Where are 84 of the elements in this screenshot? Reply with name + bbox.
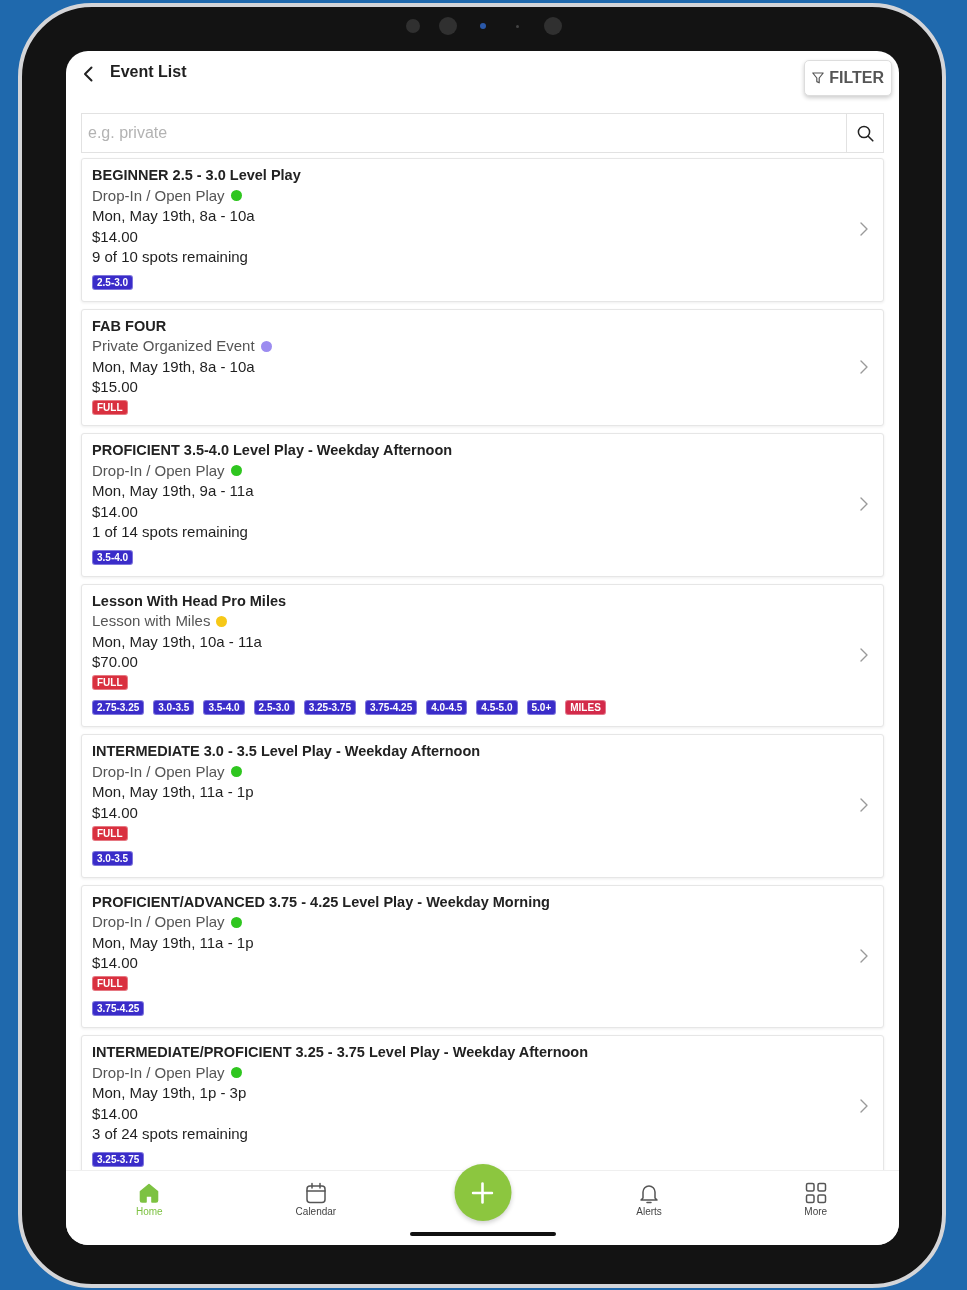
event-card[interactable]: PROFICIENT/ADVANCED 3.75 - 4.25 Level Play - Weekday Morning Drop-In / Open Play Mon, May 19th, 11a - 1p $14.00 FULL 3.75-4.25 <box>81 884 884 1028</box>
level-tag: 2.5-3.0 <box>92 274 134 290</box>
chevron-right-icon <box>860 798 868 813</box>
event-category: Drop-In / Open Play <box>92 912 225 932</box>
event-title: PROFICIENT/ADVANCED 3.75 - 4.25 Level Play - Weekday Morning <box>92 892 550 912</box>
level-tag: 3.75-4.25 <box>92 1001 145 1016</box>
level-tag: 4.5-5.0 <box>476 700 518 715</box>
full-badge: FULL <box>92 675 128 691</box>
search-field[interactable]: e.g. private <box>81 113 846 153</box>
level-tag: 2.75-3.25 <box>92 700 145 715</box>
level-tag: MILES <box>565 700 606 715</box>
event-time: Mon, May 19th, 11a - 1p <box>92 932 254 953</box>
level-tag: 3.0-3.5 <box>153 700 195 715</box>
event-category: Private Organized Event <box>92 336 255 356</box>
event-time: Mon, May 19th, 8a - 10a <box>92 356 255 377</box>
event-price: $14.00 <box>92 953 138 973</box>
chevron-right-icon <box>860 497 868 512</box>
camera-lens-icon <box>543 17 562 35</box>
event-card[interactable]: Lesson With Head Pro Miles Lesson with Miles Mon, May 19th, 10a - 11a $70.00 FULL 2.75-3.25 3.0-3.5 3.5-4.0 2.5-3.0 3.25-3.75 3.75-4.25 4.0-4.5 4.5-5.0 5.0+ MILES <box>81 583 884 727</box>
event-title: Lesson With Head Pro Miles <box>92 591 287 611</box>
event-card[interactable]: BEGINNER 2.5 - 3.0 Level Play Drop-In / Open Play Mon, May 19th, 8a - 10a $14.00 9 of 10 spots remaining 2.5-3.0 <box>81 158 884 302</box>
event-time: Mon, May 19th, 10a - 11a <box>92 631 262 652</box>
event-category: Drop-In / Open Play <box>92 460 225 481</box>
search-icon <box>856 124 874 142</box>
event-category: Drop-In / Open Play <box>92 761 225 782</box>
filter-button[interactable]: FILTER <box>804 60 892 96</box>
event-category: Drop-In / Open Play <box>92 1062 225 1083</box>
event-title: PROFICIENT 3.5-4.0 Level Play - Weekday Afternoon <box>92 441 453 460</box>
level-tag: 3.5-4.0 <box>203 700 245 715</box>
chevron-right-icon <box>860 647 868 662</box>
chevron-right-icon <box>860 359 868 374</box>
event-time: Mon, May 19th, 8a - 10a <box>92 206 255 226</box>
calendar-icon <box>304 1182 327 1204</box>
event-price: $15.00 <box>92 377 138 397</box>
event-price: $14.00 <box>92 802 138 823</box>
event-price: $14.00 <box>92 501 138 522</box>
level-tag: 5.0+ <box>526 700 557 715</box>
spots-remaining: 9 of 10 spots remaining <box>92 247 248 267</box>
level-tag: 2.5-3.0 <box>253 700 295 715</box>
nav-tab[interactable]: More <box>804 1171 828 1223</box>
plus-icon <box>471 1181 494 1204</box>
home-icon <box>138 1182 161 1204</box>
full-badge: FULL <box>92 825 128 841</box>
spots-remaining: 3 of 24 spots remaining <box>92 1124 248 1144</box>
spots-remaining: 1 of 14 spots remaining <box>92 522 248 542</box>
event-title: INTERMEDIATE/PROFICIENT 3.25 - 3.75 Level Play - Weekday Afternoon <box>92 1043 589 1062</box>
camera-lens-icon <box>479 23 486 29</box>
event-title: BEGINNER 2.5 - 3.0 Level Play <box>92 166 301 185</box>
event-card[interactable]: FAB FOUR Private Organized Event Mon, May 19th, 8a - 10a $15.00 FULL <box>81 308 884 426</box>
event-category: Lesson with Miles <box>92 611 211 631</box>
grid-icon <box>804 1182 827 1204</box>
funnel-icon <box>812 72 825 84</box>
event-price: $14.00 <box>92 226 138 247</box>
full-badge: FULL <box>92 976 128 992</box>
level-tag: 3.75-4.25 <box>364 700 418 715</box>
camera-lens-icon <box>405 19 420 33</box>
event-price: $14.00 <box>92 1103 138 1124</box>
event-card[interactable]: INTERMEDIATE/PROFICIENT 3.25 - 3.75 Level Play - Weekday Afternoon Drop-In / Open Play Mon, May 19th, 1p - 3p $14.00 3 of 24 spots remaining 3.25-3.75 <box>81 1035 884 1170</box>
chevron-right-icon <box>860 948 868 963</box>
event-category: Drop-In / Open Play <box>92 185 225 206</box>
chevron-right-icon <box>860 222 868 237</box>
full-badge: FULL <box>92 400 128 416</box>
chevron-right-icon <box>860 1099 868 1114</box>
level-tag: 3.0-3.5 <box>92 850 134 866</box>
camera-lens-icon <box>516 24 519 28</box>
event-title: FAB FOUR <box>92 316 167 336</box>
page-title: Event List <box>110 62 188 82</box>
back-chevron-icon <box>83 66 93 82</box>
nav-tab[interactable]: Alerts <box>636 1171 662 1223</box>
level-tag: 3.5-4.0 <box>92 549 134 565</box>
event-card[interactable]: PROFICIENT 3.5-4.0 Level Play - Weekday Afternoon Drop-In / Open Play Mon, May 19th, 9a - 11a $14.00 1 of 14 spots remaining 3.5-4.0 <box>81 433 884 577</box>
camera-lens-icon <box>438 17 457 35</box>
level-tag: 3.25-3.75 <box>303 700 356 715</box>
event-price: $70.00 <box>92 652 138 672</box>
event-time: Mon, May 19th, 11a - 1p <box>92 782 254 802</box>
event-card[interactable]: INTERMEDIATE 3.0 - 3.5 Level Play - Weekday Afternoon Drop-In / Open Play Mon, May 19th, 11a - 1p $14.00 FULL 3.0-3.5 <box>81 734 884 878</box>
bell-icon <box>638 1182 661 1204</box>
event-time: Mon, May 19th, 9a - 11a <box>92 481 254 501</box>
event-time: Mon, May 19th, 1p - 3p <box>92 1083 247 1103</box>
level-tag: 3.25-3.75 <box>92 1151 145 1167</box>
event-title: INTERMEDIATE 3.0 - 3.5 Level Play - Weekday Afternoon <box>92 742 481 761</box>
search-button[interactable] <box>846 113 884 153</box>
nav-tab[interactable]: Calendar <box>295 1171 337 1223</box>
level-tag: 4.0-4.5 <box>426 700 468 715</box>
